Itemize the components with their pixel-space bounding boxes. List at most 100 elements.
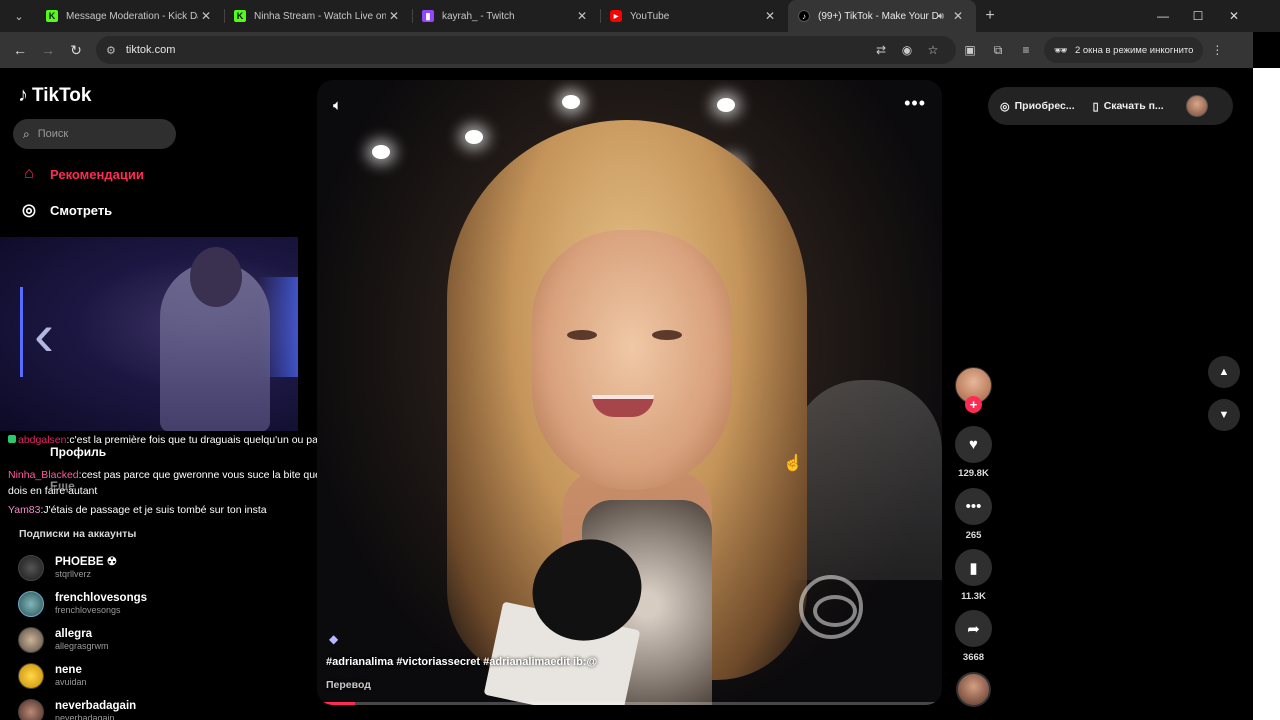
incognito-label: 2 окна в режиме инкогнито (1074, 44, 1194, 56)
share-icon[interactable]: ➦ (955, 610, 992, 647)
badge-icon (8, 435, 16, 443)
chevron-up-icon: ▲ (1218, 366, 1230, 378)
chat-text: c'est la première fois que tu draguais q… (69, 434, 324, 446)
like-action[interactable]: ♥ 129.8K (955, 426, 992, 479)
followed-account[interactable]: PHOEBE ☢ stqrllverz (18, 555, 117, 581)
forward-button[interactable]: → (34, 36, 62, 64)
followed-account[interactable]: nene avuidan (18, 663, 87, 689)
stream-webcam-overlay: ‹ (0, 237, 298, 431)
comment-action[interactable]: ••• 265 (955, 488, 992, 541)
close-icon[interactable]: ✕ (386, 9, 402, 23)
sidebar-item-recommendations[interactable]: ⌂ Рекомендации (18, 165, 144, 183)
followed-account[interactable]: frenchlovesongs frenchlovesongs (18, 591, 147, 617)
url-text[interactable]: tiktok.com (126, 44, 868, 56)
previous-video-button[interactable]: ▲ (1208, 356, 1240, 388)
music-disc[interactable] (956, 672, 991, 707)
comment-icon[interactable]: ••• (955, 488, 992, 525)
close-icon[interactable]: ✕ (762, 9, 778, 23)
puzzle-icon[interactable]: ⧉ (984, 43, 1012, 58)
eye-off-icon[interactable]: ◉ (894, 43, 920, 57)
video-hashtags[interactable]: #adrianalima #victoriassecret #adrianali… (326, 656, 597, 668)
video-player[interactable]: 🔈︎ ••• ◆ #adrianalima #victoriassecret #… (317, 80, 942, 705)
like-count: 129.8K (958, 468, 989, 479)
kick-icon: K (234, 10, 246, 22)
browser-tabbar: ⌄ K Message Moderation - Kick Da ✕ K Nin… (0, 0, 1280, 32)
tiktok-logo[interactable]: ♪ TikTok (18, 84, 91, 107)
incognito-badge[interactable]: 🕶︎ 2 окна в режиме инкогнито (1044, 37, 1204, 63)
search-icon: ⌕ (23, 126, 30, 141)
share-action[interactable]: ➦ 3668 (955, 610, 992, 663)
new-tab-button[interactable]: + (976, 7, 1004, 25)
heart-icon[interactable]: ♥ (955, 426, 992, 463)
more-options-icon[interactable]: ••• (904, 93, 926, 114)
profile-avatar[interactable] (1185, 95, 1208, 117)
extension-icon[interactable]: ▣ (956, 43, 984, 57)
sidebar-item-explore[interactable]: ◎ Смотреть (18, 200, 112, 220)
comment-count: 265 (965, 530, 982, 541)
account-name: nene (55, 664, 82, 676)
address-bar[interactable]: ⚙ tiktok.com ⇄ ◉ ☆ (96, 36, 956, 64)
tiktok-icon: ♪ (798, 10, 810, 22)
avatar (18, 555, 44, 581)
followed-account[interactable]: neverbadagain neverbadagain (18, 699, 136, 720)
video-progress-bar[interactable] (317, 702, 942, 705)
speaker-icon[interactable]: 🔊︎ (938, 11, 944, 22)
account-handle: allegrasgrwm (55, 641, 109, 651)
following-title: Подписки на аккаунты (19, 528, 137, 540)
tab-ninha-stream[interactable]: K Ninha Stream - Watch Live on ✕ (224, 0, 412, 32)
search-placeholder: Поиск (37, 128, 69, 140)
translate-icon[interactable]: ⇄ (868, 43, 894, 57)
tab-tiktok[interactable]: ♪ (99+) TikTok - Make Your Da 🔊︎ ✕ (788, 0, 976, 32)
site-settings-icon[interactable]: ⚙ (106, 44, 116, 57)
chat-username: Yam83 (8, 504, 41, 516)
account-name: PHOEBE ☢ (55, 556, 118, 568)
avatar (18, 591, 44, 617)
chevron-left-icon: ‹ (34, 301, 54, 368)
tab-youtube[interactable]: ▶ YouTube ✕ (600, 0, 788, 32)
close-icon[interactable]: ✕ (950, 9, 966, 23)
sidebar-item-label: Рекомендации (50, 166, 144, 182)
menu-icon[interactable]: ⋮ (1203, 43, 1231, 57)
chat-username: Ninha_Blacked (8, 469, 79, 481)
get-coins-button[interactable]: ◎ Приобрес... (1000, 100, 1075, 113)
media-control-icon[interactable]: ≡ (1012, 43, 1040, 57)
sticker-icon: ◆ (329, 632, 339, 646)
download-app-button[interactable]: ▯ Скачать п... (1093, 100, 1164, 113)
twitch-icon: ▮ (422, 10, 434, 22)
account-handle: frenchlovesongs (55, 605, 121, 615)
translate-button[interactable]: Перевод (326, 679, 371, 691)
save-count: 11.3K (961, 591, 986, 602)
video-progress-fill (317, 702, 355, 705)
chat-message: abdgalsen:c'est la première fois que tu … (8, 432, 353, 448)
window-edge (1253, 68, 1280, 720)
followed-account[interactable]: allegra allegrasgrwm (18, 627, 109, 653)
save-action[interactable]: ▮ 11.3K (955, 549, 992, 602)
chat-message: Ninha_Blacked:cest pas parce que gweronn… (8, 469, 332, 497)
star-icon[interactable]: ☆ (920, 43, 946, 57)
search-input[interactable]: ⌕ Поиск (13, 119, 176, 149)
close-window-button[interactable]: ✕ (1216, 0, 1252, 32)
maximize-button[interactable]: ☐ (1180, 0, 1216, 32)
tab-search-icon[interactable]: ⌄ (8, 5, 30, 27)
minimize-button[interactable]: — (1145, 0, 1181, 32)
speaker-icon[interactable]: 🔈︎ (333, 97, 342, 114)
close-icon[interactable]: ✕ (198, 9, 214, 23)
next-video-button[interactable]: ▼ (1208, 399, 1240, 431)
browser-toolbar: ← → ↻ ⚙ tiktok.com ⇄ ◉ ☆ ▣ ⧉ ≡ 🕶︎ 2 окна… (0, 32, 1253, 68)
incognito-icon: 🕶︎ (1054, 44, 1068, 57)
reload-button[interactable]: ↻ (62, 36, 90, 64)
tab-twitch[interactable]: ▮ kayrah_ - Twitch ✕ (412, 0, 600, 32)
tiktok-page: ♪ TikTok ⌕ Поиск ⌂ Рекомендации ◎ Смотре… (0, 68, 1253, 720)
get-coins-label: Приобрес... (1014, 100, 1075, 112)
tab-kick-moderation[interactable]: K Message Moderation - Kick Da ✕ (36, 0, 224, 32)
chat-username: abdgalsen (18, 434, 67, 446)
phone-icon: ▯ (1092, 100, 1099, 113)
follow-button[interactable]: + (965, 396, 982, 413)
bookmark-icon[interactable]: ▮ (955, 549, 992, 586)
avatar (18, 627, 44, 653)
close-icon[interactable]: ✕ (574, 9, 590, 23)
avatar (18, 663, 44, 689)
account-handle: stqrllverz (55, 569, 92, 579)
coin-icon: ◎ (1000, 100, 1010, 113)
back-button[interactable]: ← (6, 36, 34, 64)
